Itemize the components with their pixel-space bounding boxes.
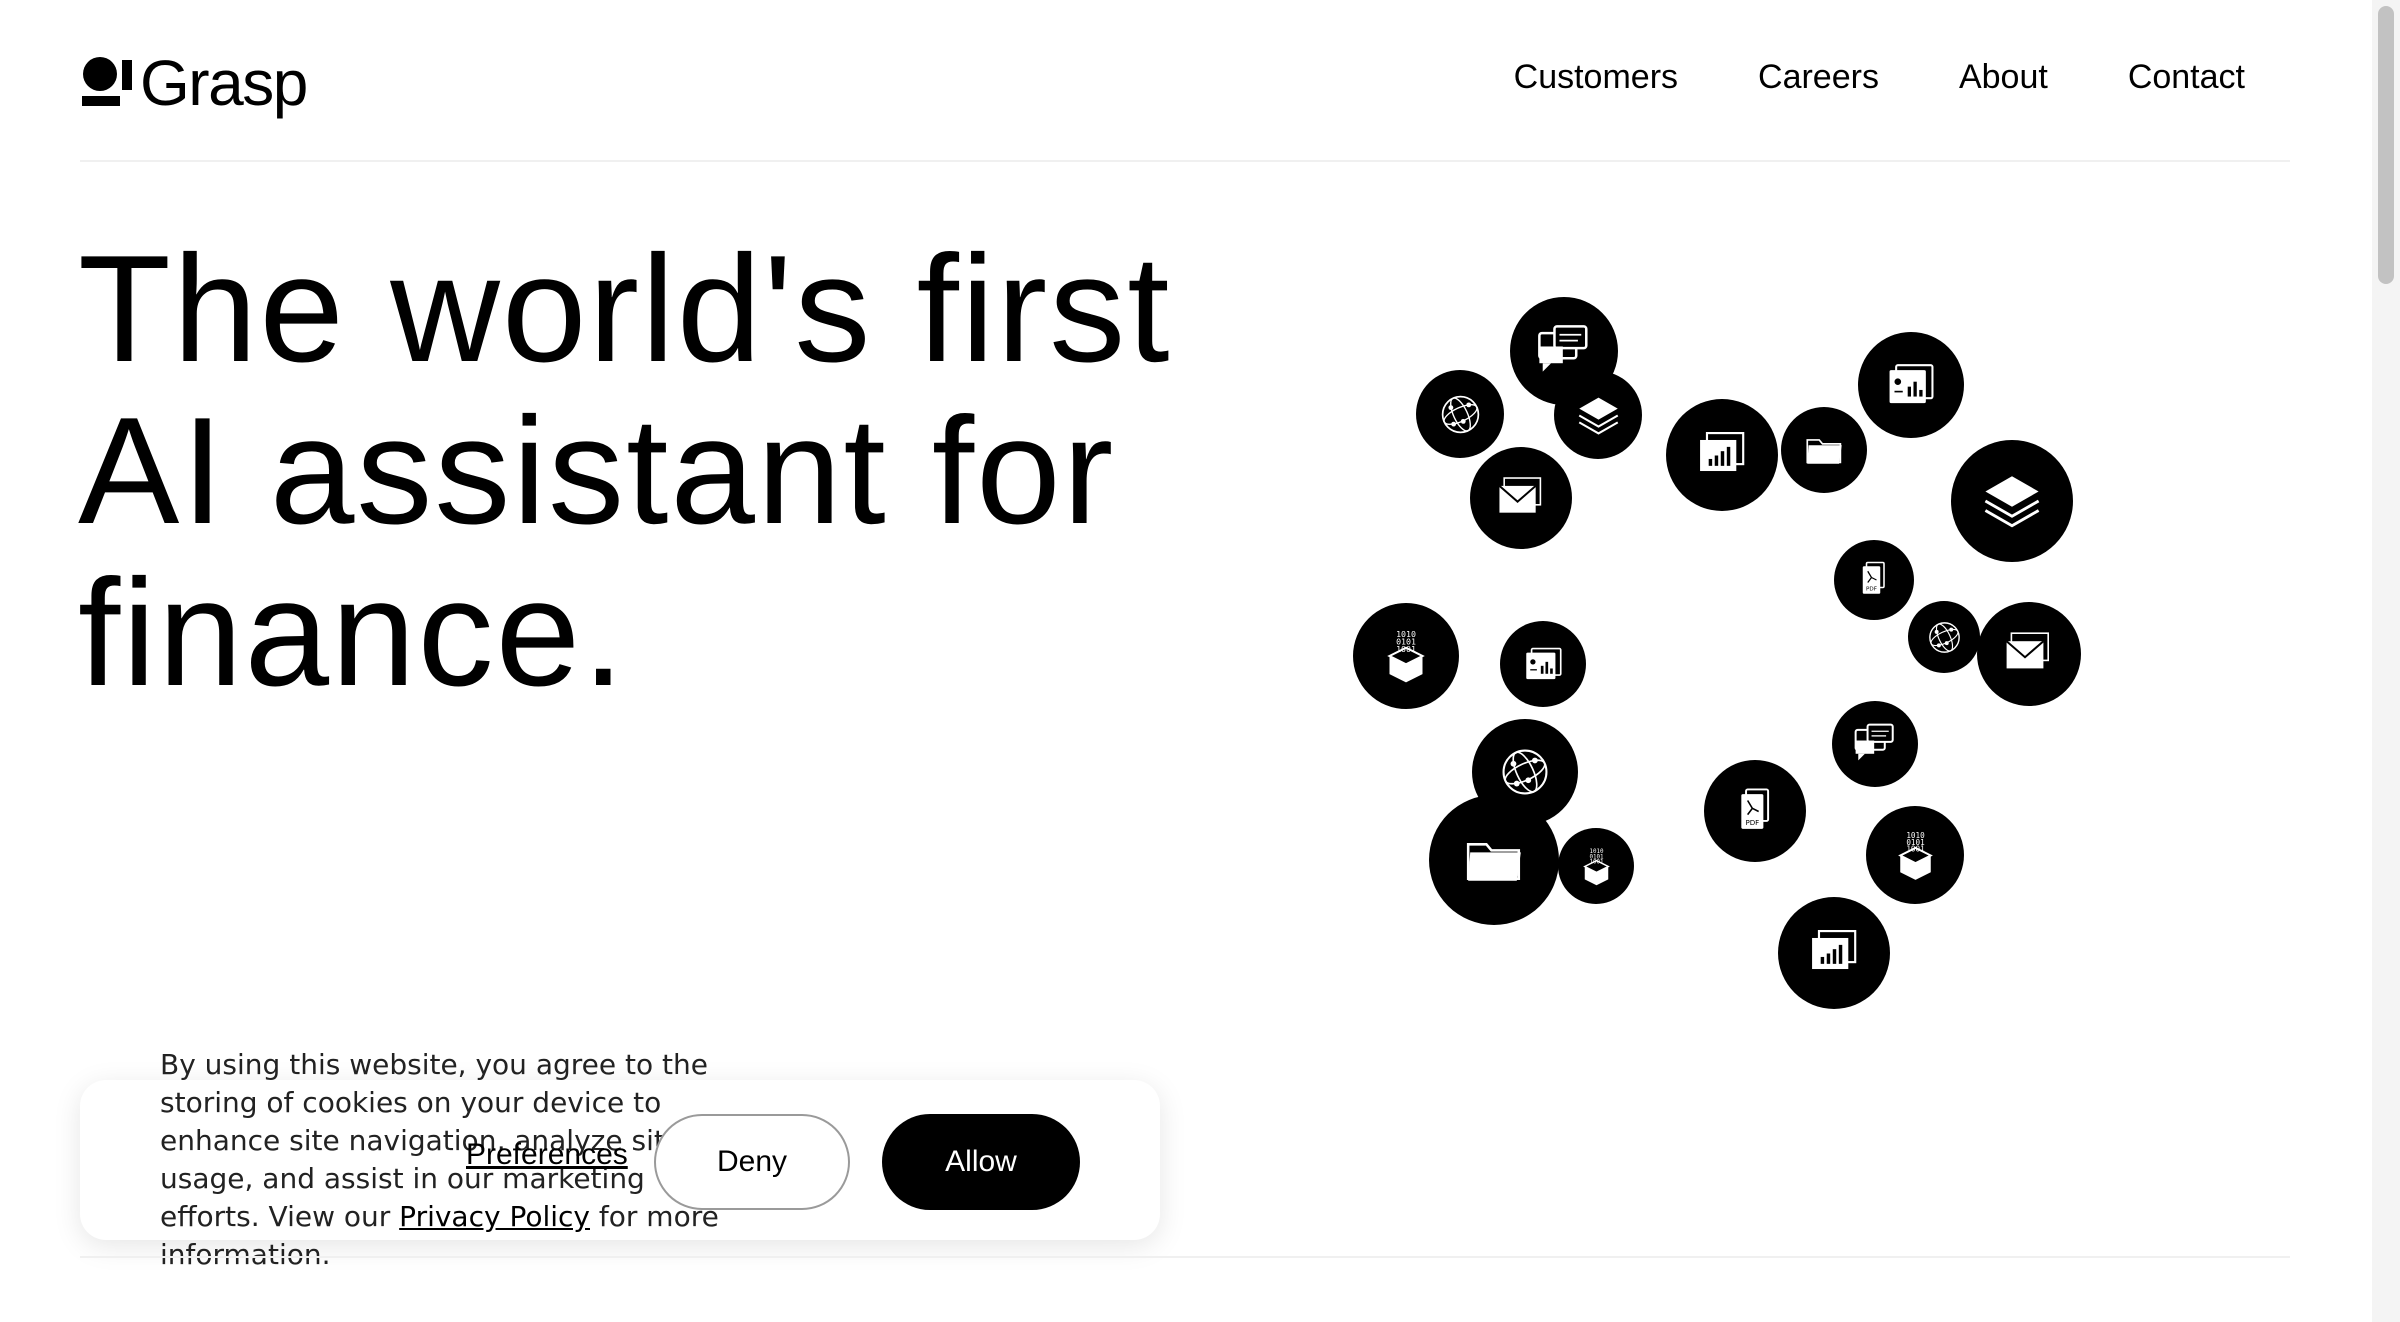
layers-icon xyxy=(1578,397,1618,435)
svg-text:1010: 1010 xyxy=(1589,848,1604,854)
svg-text:0101: 0101 xyxy=(1906,837,1925,846)
icon-bubble xyxy=(1858,332,1964,438)
globe-icon xyxy=(1928,621,1960,653)
mail-icon xyxy=(1498,476,1541,513)
icon-bubble: PDF xyxy=(1704,760,1806,862)
icon-bubble xyxy=(1832,701,1918,787)
report-icon xyxy=(1525,647,1562,679)
chat-icon xyxy=(1537,324,1588,372)
allow-button[interactable]: Allow xyxy=(882,1114,1080,1210)
binary-box-icon: 101001011001 xyxy=(1897,830,1933,880)
nav-customers[interactable]: Customers xyxy=(1514,58,1678,97)
site-header: Grasp Customers Careers About Contact xyxy=(80,0,2290,162)
section-divider xyxy=(80,1256,2290,1258)
icon-bubble: PDF xyxy=(1834,540,1914,620)
pdf-icon: PDF xyxy=(1740,787,1769,829)
chart-icon xyxy=(1699,431,1744,471)
icon-bubble xyxy=(1908,601,1980,673)
svg-text:1001: 1001 xyxy=(1589,859,1604,865)
chat-icon xyxy=(1854,723,1894,760)
icon-bubble: 1010 0101 1001 xyxy=(1353,603,1459,709)
svg-text:0101: 0101 xyxy=(1396,636,1416,646)
icon-bubble xyxy=(1781,407,1867,493)
folder-icon xyxy=(1466,842,1521,881)
brand-name: Grasp xyxy=(140,47,308,119)
nav-careers[interactable]: Careers xyxy=(1758,58,1879,97)
mail-icon xyxy=(2005,632,2049,669)
hero-line-2: AI assistant for xyxy=(78,386,1116,556)
icon-bubble xyxy=(1666,399,1778,511)
privacy-policy-link[interactable]: Privacy Policy xyxy=(399,1200,590,1233)
nav-contact[interactable]: Contact xyxy=(2128,58,2245,97)
binary-box-icon: 101001011001 xyxy=(1582,848,1610,885)
svg-text:1010: 1010 xyxy=(1396,629,1416,639)
icon-bubble xyxy=(1778,897,1890,1009)
svg-text:1001: 1001 xyxy=(1396,644,1416,654)
cookie-message: By using this website, you agree to the … xyxy=(160,1046,720,1274)
preferences-link[interactable]: Preferences xyxy=(466,1138,628,1172)
folder-icon xyxy=(1805,438,1842,464)
svg-text:0101: 0101 xyxy=(1589,854,1604,860)
hero-line-1: The world's first xyxy=(78,224,1172,394)
hero-line-3: finance. xyxy=(78,548,627,718)
pdf-icon: PDF xyxy=(1862,561,1885,594)
globe-icon xyxy=(1441,395,1479,433)
nav-about[interactable]: About xyxy=(1959,58,2048,97)
page-scrollbar[interactable] xyxy=(2372,0,2400,1322)
svg-text:1010: 1010 xyxy=(1906,830,1925,839)
hero-title: The world's first AI assistant for finan… xyxy=(78,228,1278,714)
icon-bubble xyxy=(1951,440,2073,562)
deny-button[interactable]: Deny xyxy=(654,1114,850,1210)
chart-icon xyxy=(1811,929,1856,969)
icon-bubble xyxy=(1429,795,1559,925)
icon-bubble: 1010 0101 1001 xyxy=(1558,828,1634,904)
icon-bubble xyxy=(1472,719,1578,825)
scrollbar-thumb[interactable] xyxy=(2378,6,2394,284)
binary-box-icon: 101001011001 xyxy=(1387,629,1425,683)
globe-icon xyxy=(1502,749,1548,795)
icon-bubble xyxy=(1977,602,2081,706)
svg-text:PDF: PDF xyxy=(1866,587,1877,593)
icon-bubble xyxy=(1510,297,1618,405)
icon-bubble: 1010 0101 1001 xyxy=(1866,806,1964,904)
layers-icon xyxy=(1984,476,2040,528)
svg-text:1001: 1001 xyxy=(1906,844,1925,853)
icon-bubble xyxy=(1470,447,1572,549)
grasp-mark-icon xyxy=(82,57,132,106)
icon-bubble xyxy=(1416,370,1504,458)
brand-logo[interactable]: Grasp xyxy=(80,47,308,119)
main-nav: Customers Careers About Contact xyxy=(1514,58,2245,97)
icon-bubble xyxy=(1500,621,1586,707)
icon-bubble xyxy=(1554,371,1642,459)
svg-text:PDF: PDF xyxy=(1745,817,1759,826)
report-icon xyxy=(1889,364,1934,404)
